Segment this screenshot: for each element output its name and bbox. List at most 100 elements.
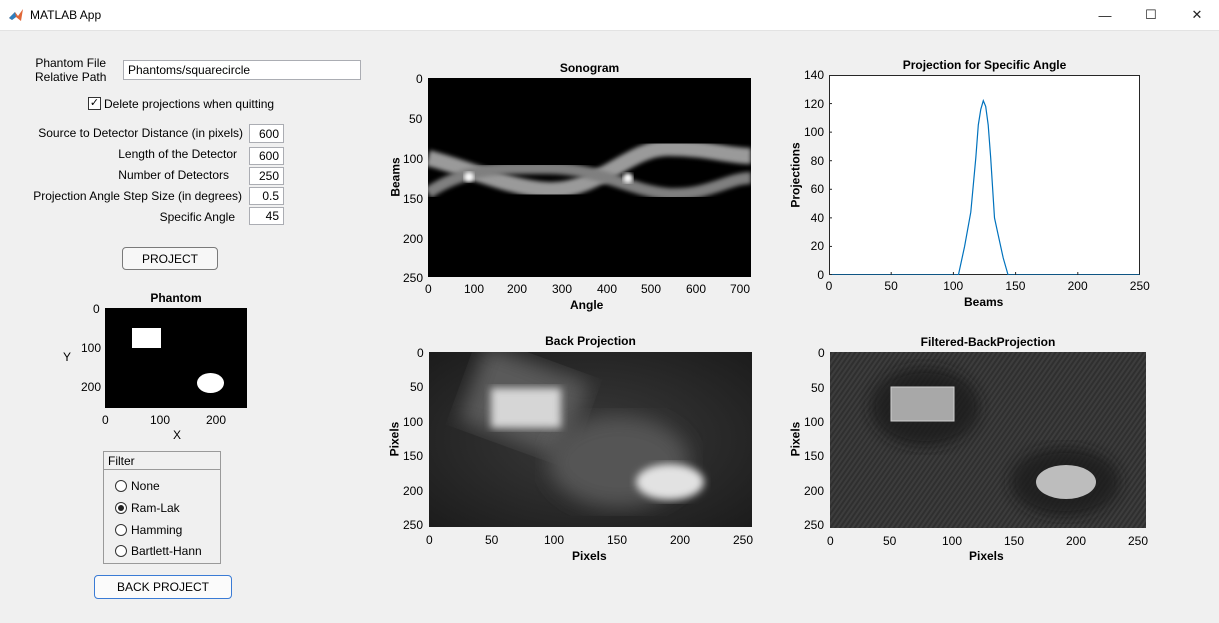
- fbp-title: Filtered-BackProjection: [920, 335, 1056, 349]
- sonogram-image: [424, 78, 752, 277]
- fbp-xtick: 0: [827, 534, 834, 548]
- fbp-ytick: 50: [811, 381, 825, 395]
- backproj-ytick: 50: [410, 380, 424, 394]
- fbp-image: [830, 352, 1146, 528]
- projection-xtick-label: 150: [1005, 279, 1026, 293]
- phantom-ytick: 200: [81, 380, 102, 394]
- angle-step-label: Projection Angle Step Size (in degrees): [33, 189, 242, 203]
- filter-option-label: Ram-Lak: [131, 501, 180, 515]
- angle-step-input[interactable]: [249, 187, 284, 205]
- fbp-ytick: 0: [818, 346, 825, 360]
- phantom-ytick: 0: [93, 302, 100, 316]
- projection-ytick-label: 0: [817, 268, 824, 282]
- sonogram-xtick: 500: [641, 282, 662, 296]
- projection-xtick-label: 100: [943, 279, 964, 293]
- filter-option-label: Hamming: [131, 523, 183, 537]
- phantom-file-label: Phantom File Relative Path: [35, 56, 106, 84]
- sonogram-ytick: 250: [403, 271, 424, 285]
- sonogram-title: Sonogram: [559, 61, 620, 75]
- detector-length-input[interactable]: [249, 147, 284, 165]
- sonogram-xtick: 400: [597, 282, 618, 296]
- backproj-ytick: 100: [403, 415, 424, 429]
- phantom-xtick: 0: [102, 413, 109, 427]
- fbp-ytick: 250: [804, 518, 825, 532]
- fbp-xtick: 200: [1066, 534, 1087, 548]
- sonogram-ylabel: Beams: [388, 157, 403, 197]
- num-detectors-input[interactable]: [249, 167, 284, 185]
- backproj-image: [429, 345, 752, 527]
- phantom-ylabel: Y: [63, 350, 72, 364]
- projection-ytick-label: 80: [810, 153, 824, 168]
- back-project-button[interactable]: BACK PROJECT: [94, 575, 232, 599]
- sonogram-xtick: 100: [464, 282, 485, 296]
- sonogram-ytick: 100: [403, 152, 424, 166]
- specific-angle-label: Specific Angle: [159, 210, 235, 224]
- backproj-ytick: 200: [403, 484, 424, 498]
- projection-ylabel: Projections: [788, 142, 803, 208]
- backproj-xlabel: Pixels: [572, 549, 607, 563]
- fbp-xlabel: Pixels: [969, 549, 1004, 563]
- title-bar: MATLAB App — ☐ ✕: [0, 0, 1219, 31]
- projection-xtick-label: 0: [825, 279, 833, 293]
- backproj-xtick: 100: [544, 533, 565, 547]
- projection-xtick-label: 200: [1067, 279, 1088, 293]
- projection-ytick-label: 20: [810, 239, 824, 254]
- filter-radio-bartlett-hann[interactable]: [115, 545, 127, 557]
- window-title: MATLAB App: [30, 8, 102, 22]
- sonogram-xtick: 700: [730, 282, 751, 296]
- filter-radio-hamming[interactable]: [115, 524, 127, 536]
- sonogram-xtick: 200: [507, 282, 528, 296]
- sonogram-xtick: 0: [425, 282, 432, 296]
- phantom-file-input[interactable]: [123, 60, 361, 80]
- projection-chart-plot: [828, 74, 1141, 276]
- phantom-xlabel: X: [173, 428, 182, 442]
- sonogram-xtick: 600: [686, 282, 707, 296]
- projection-chart: [828, 74, 1141, 276]
- close-button[interactable]: ✕: [1174, 0, 1219, 30]
- projection-ytick-label: 40: [810, 210, 824, 225]
- backproj-xtick: 200: [670, 533, 691, 547]
- filter-option-label: None: [131, 479, 160, 493]
- detector-length-label: Length of the Detector: [118, 147, 237, 161]
- backproj-xtick: 150: [607, 533, 628, 547]
- backproj-ytick: 250: [403, 518, 424, 532]
- num-detectors-label: Number of Detectors: [118, 168, 229, 182]
- filter-radio-none[interactable]: [115, 480, 127, 492]
- fbp-xtick: 150: [1004, 534, 1025, 548]
- filter-option-label: Bartlett-Hann: [131, 544, 202, 558]
- project-button[interactable]: PROJECT: [122, 247, 218, 270]
- sonogram-ytick: 0: [416, 72, 423, 86]
- fbp-xtick: 100: [942, 534, 963, 548]
- projection-ytick-label: 100: [803, 125, 824, 140]
- phantom-file-label-line2: Relative Path: [35, 70, 107, 84]
- sonogram-ytick: 200: [403, 232, 424, 246]
- fbp-xtick: 250: [1128, 534, 1149, 548]
- phantom-xtick: 100: [150, 413, 171, 427]
- sdd-label: Source to Detector Distance (in pixels): [38, 126, 243, 140]
- fbp-xtick: 50: [883, 534, 897, 548]
- phantom-square: [132, 328, 161, 348]
- delete-projections-checkbox[interactable]: ✓: [88, 97, 101, 110]
- specific-angle-input[interactable]: [249, 207, 284, 225]
- sonogram-xlabel: Angle: [570, 298, 604, 312]
- phantom-title: Phantom: [150, 291, 202, 305]
- maximize-button[interactable]: ☐: [1128, 0, 1174, 30]
- filter-panel: Filter None Ram-Lak Hamming Bartlett-Han…: [103, 451, 221, 564]
- filter-radio-ram-lak[interactable]: [115, 502, 127, 514]
- projection-xtick-label: 250: [1129, 279, 1150, 293]
- sdd-input[interactable]: [249, 124, 284, 143]
- backproj-xtick: 250: [733, 533, 754, 547]
- phantom-file-label-line1: Phantom File: [35, 56, 107, 70]
- backproj-ytick: 0: [417, 346, 424, 360]
- projection-ytick-label: 120: [803, 96, 824, 111]
- projection-chart-title: Projection for Specific Angle: [902, 58, 1067, 72]
- sonogram-ytick: 50: [409, 112, 423, 126]
- backproj-xtick: 0: [426, 533, 433, 547]
- sonogram-ytick: 150: [403, 192, 424, 206]
- phantom-ytick: 100: [81, 341, 102, 355]
- minimize-button[interactable]: —: [1082, 0, 1128, 30]
- backproj-xtick: 50: [485, 533, 499, 547]
- backproj-ytick: 150: [403, 449, 424, 463]
- fbp-ylabel: Pixels: [788, 421, 803, 457]
- matlab-logo-icon: [8, 7, 24, 23]
